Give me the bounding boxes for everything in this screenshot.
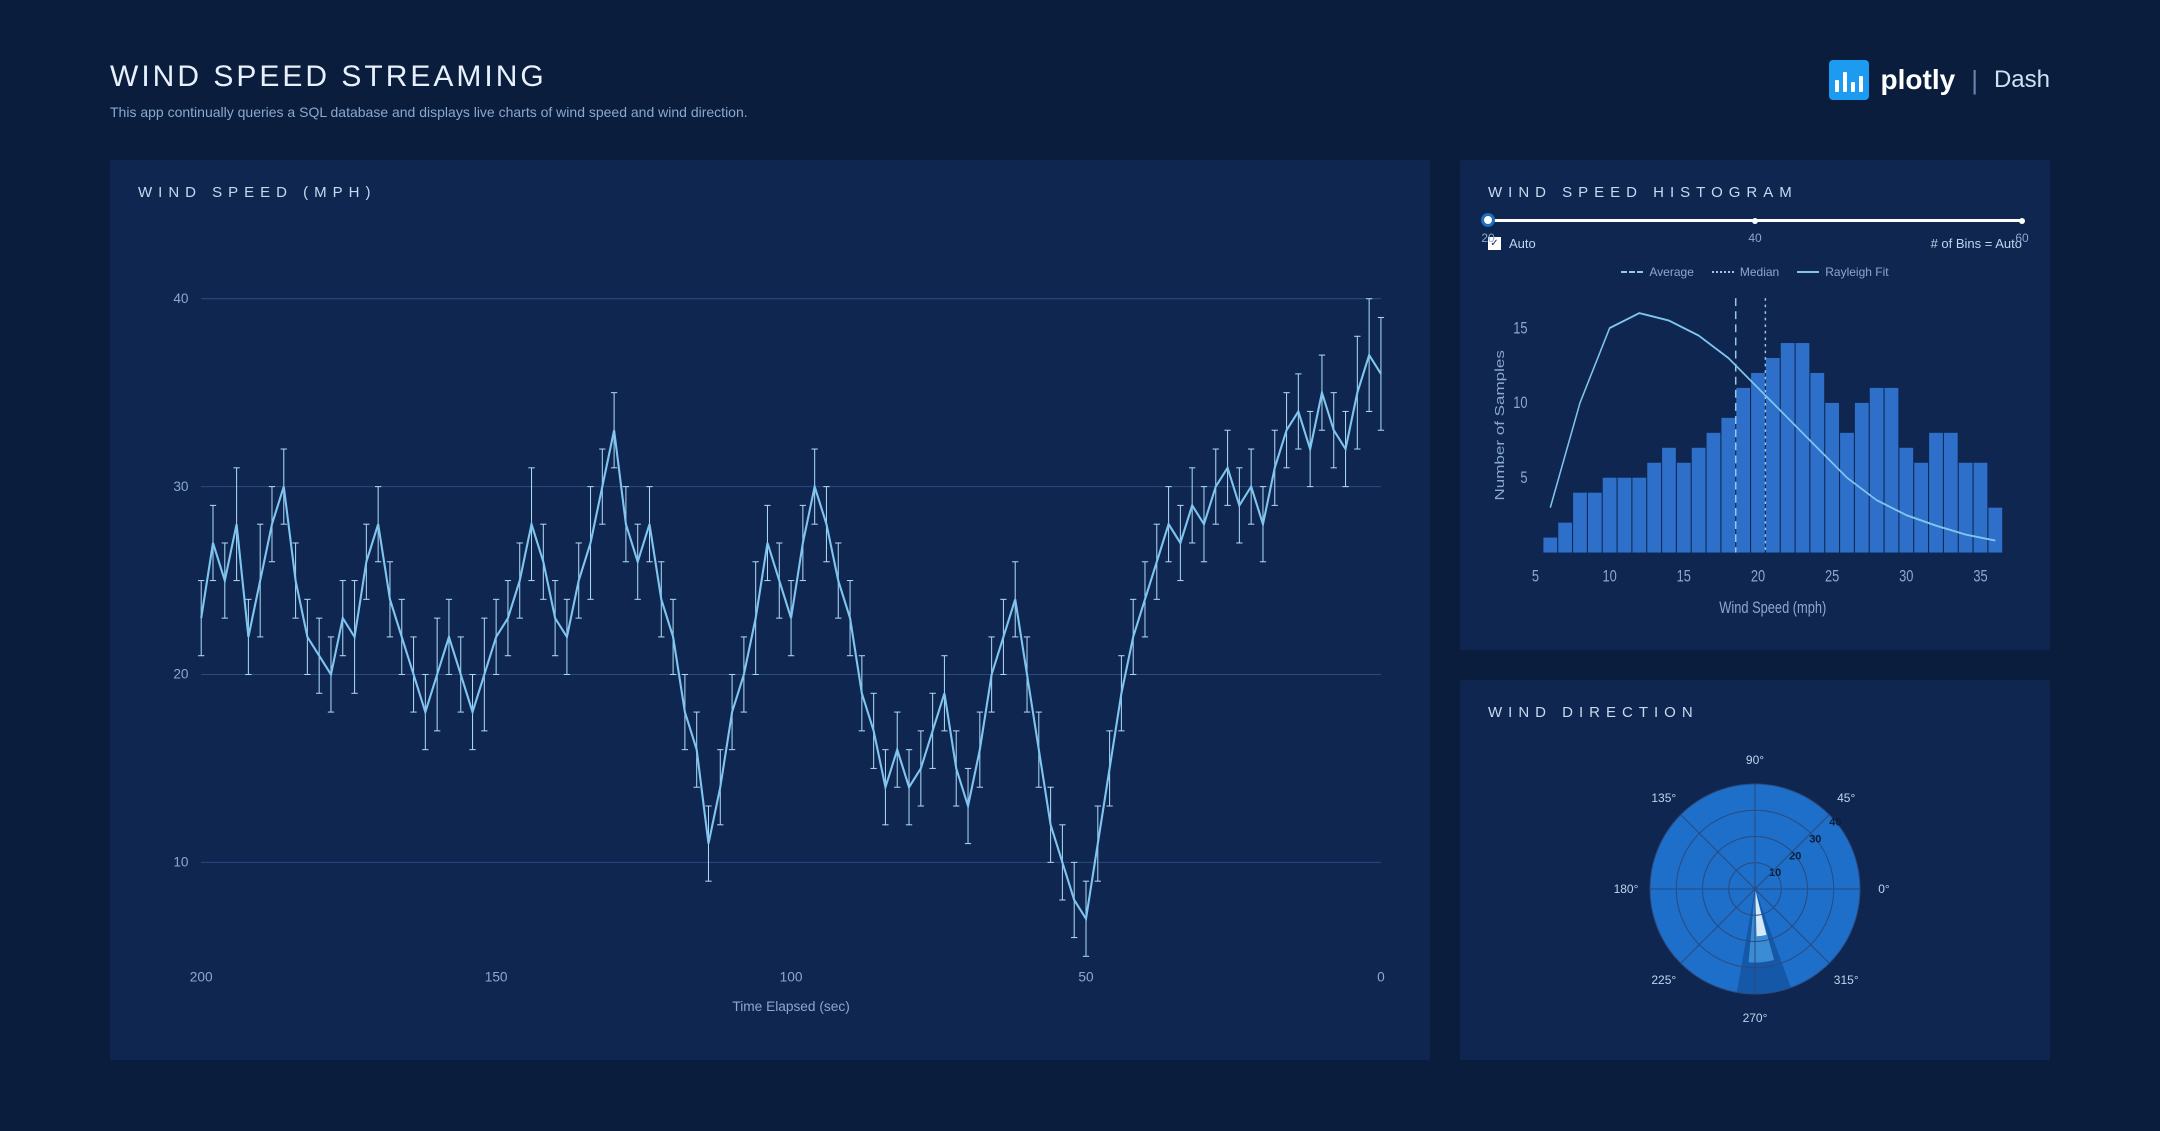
svg-text:180°: 180° — [1614, 882, 1639, 896]
svg-text:5: 5 — [1532, 567, 1539, 586]
svg-text:90°: 90° — [1746, 753, 1764, 767]
svg-text:30: 30 — [173, 479, 189, 494]
svg-text:30: 30 — [1809, 833, 1821, 845]
svg-text:225°: 225° — [1651, 973, 1676, 987]
svg-text:15: 15 — [1677, 567, 1691, 586]
panel-title-histogram: WIND SPEED HISTOGRAM — [1488, 184, 2022, 201]
svg-text:200: 200 — [190, 970, 213, 985]
svg-text:25: 25 — [1825, 567, 1839, 586]
svg-text:20: 20 — [1751, 567, 1765, 586]
brand-name: plotly — [1881, 64, 1956, 96]
legend-average: Average — [1649, 265, 1693, 279]
svg-text:0: 0 — [1377, 970, 1385, 985]
svg-text:30: 30 — [1899, 567, 1913, 586]
svg-text:150: 150 — [485, 970, 508, 985]
slider-knob[interactable] — [1481, 213, 1495, 227]
svg-text:Time Elapsed (sec): Time Elapsed (sec) — [732, 999, 849, 1014]
svg-text:315°: 315° — [1834, 973, 1859, 987]
svg-text:Number of Samples: Number of Samples — [1493, 350, 1507, 500]
bins-slider[interactable]: 20 40 60 — [1488, 219, 2022, 222]
svg-text:10: 10 — [173, 855, 189, 870]
slider-label-max: 60 — [2015, 231, 2028, 245]
panel-wind-direction: WIND DIRECTION 102030400°45°90°135°180°2… — [1460, 680, 2050, 1060]
svg-text:50: 50 — [1078, 970, 1094, 985]
header: WIND SPEED STREAMING This app continuall… — [110, 60, 2050, 120]
panel-title-direction: WIND DIRECTION — [1488, 704, 2022, 721]
svg-text:10: 10 — [1602, 567, 1616, 586]
legend-rayleigh: Rayleigh Fit — [1825, 265, 1888, 279]
svg-text:Wind Speed (mph): Wind Speed (mph) — [1719, 598, 1826, 617]
wind-speed-chart[interactable]: 10 20 30 40 200 150 100 50 0 Time Elapsed (sec) — [138, 219, 1402, 1041]
legend-median: Median — [1740, 265, 1779, 279]
slider-label-mid: 40 — [1748, 231, 1761, 245]
svg-text:15: 15 — [1513, 319, 1527, 338]
plotly-bars-icon — [1829, 60, 1869, 100]
page-title: WIND SPEED STREAMING — [110, 60, 748, 94]
svg-text:0°: 0° — [1878, 882, 1890, 896]
svg-text:100: 100 — [780, 970, 803, 985]
brand-divider: | — [1971, 65, 1978, 96]
histogram-legend: Average Median Rayleigh Fit — [1488, 265, 2022, 279]
panel-title-wind-speed: WIND SPEED (MPH) — [138, 184, 1402, 201]
page-subtitle: This app continually queries a SQL datab… — [110, 104, 748, 120]
auto-checkbox[interactable]: ✓ Auto — [1488, 236, 1536, 251]
brand-product: Dash — [1994, 66, 2050, 94]
histogram-chart[interactable]: 5 10 15 5 10 15 20 25 30 35 Wind Speed (mph) Number… — [1488, 285, 2022, 626]
svg-text:20: 20 — [1789, 850, 1801, 862]
brand-logo-block: plotly | Dash — [1829, 60, 2050, 100]
panel-wind-speed: WIND SPEED (MPH) 10 20 30 40 200 150 100 50 0 Tim… — [110, 160, 1430, 1060]
svg-text:45°: 45° — [1837, 791, 1855, 805]
panel-histogram: WIND SPEED HISTOGRAM 20 40 60 ✓ Auto # o… — [1460, 160, 2050, 650]
slider-label-min: 20 — [1481, 231, 1494, 245]
svg-text:35: 35 — [1973, 567, 1987, 586]
svg-text:10: 10 — [1513, 393, 1527, 412]
bins-readout: # of Bins = Auto — [1931, 236, 2022, 251]
auto-label: Auto — [1509, 236, 1536, 251]
svg-text:20: 20 — [173, 667, 189, 682]
svg-text:270°: 270° — [1743, 1011, 1768, 1025]
svg-text:5: 5 — [1520, 468, 1527, 487]
svg-text:40: 40 — [173, 291, 189, 306]
svg-text:40: 40 — [1829, 817, 1841, 829]
wind-direction-chart[interactable]: 102030400°45°90°135°180°225°270°315° — [1488, 739, 2022, 1039]
svg-text:135°: 135° — [1651, 791, 1676, 805]
